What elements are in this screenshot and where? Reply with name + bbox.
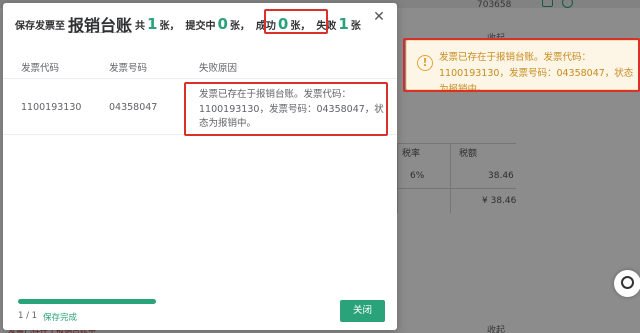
total-count: 1: [147, 15, 158, 33]
title-prefix: 保存发票至: [15, 20, 65, 32]
save-invoice-dialog: 保存发票至 报销台账 共 1 张， 提交中 0 张， 成功 0 张， 失败 1 …: [3, 3, 397, 330]
column-header-reason: 失败原因: [199, 63, 238, 74]
close-icon[interactable]: ✕: [372, 10, 386, 24]
progress-bar: [18, 299, 156, 304]
progress-bar-fill: [18, 299, 156, 304]
annotation-highlight-box: [264, 9, 328, 34]
submitting-count: 0: [217, 15, 228, 33]
assistant-icon: [621, 276, 634, 289]
annotation-highlight-box: [184, 82, 388, 136]
submitting-suffix: 张，: [229, 20, 250, 32]
total-suffix: 张，: [159, 20, 180, 32]
progress-count: 1 / 1: [18, 311, 38, 321]
floating-assistant-button[interactable]: [614, 270, 640, 297]
column-header-number: 发票号码: [109, 63, 148, 74]
invoice-code-cell: 1100193130: [21, 102, 82, 113]
table-header: 发票代码 发票号码 失败原因: [3, 51, 397, 79]
annotation-highlight-box: [403, 38, 640, 92]
progress-status: 保存完成: [43, 313, 78, 323]
fail-count: 1: [338, 15, 349, 33]
submitting-prefix: 提交中: [185, 20, 216, 32]
close-button[interactable]: 关闭: [340, 300, 385, 322]
column-header-code: 发票代码: [21, 63, 60, 74]
total-prefix: 共: [135, 20, 146, 32]
invoice-number-cell: 04358047: [109, 102, 158, 113]
title-target: 报销台账: [68, 16, 133, 35]
fail-suffix: 张: [350, 20, 361, 32]
